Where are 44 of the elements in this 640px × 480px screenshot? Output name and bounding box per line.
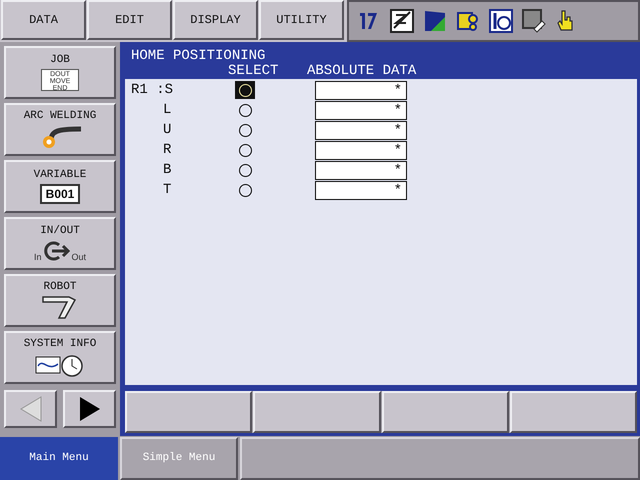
function-key[interactable] <box>510 391 637 433</box>
wave-clock-icon <box>35 353 85 377</box>
absolute-data-field[interactable]: * <box>315 120 407 140</box>
column-header: ABSOLUTE DATA <box>307 64 416 79</box>
axis-label: R1 :S <box>130 80 174 100</box>
menu-bar-button[interactable]: DISPLAY <box>173 0 258 40</box>
main-menu-label: SYSTEM INFO <box>24 338 96 351</box>
main-menu-label: JOB <box>50 54 70 67</box>
absolute-data-field[interactable]: * <box>315 80 407 100</box>
absolute-data-field[interactable]: * <box>315 160 407 180</box>
axis-label: L <box>162 100 172 120</box>
main-menu-button[interactable]: VARIABLE B001 <box>4 160 116 213</box>
absolute-data-field[interactable]: * <box>315 140 407 160</box>
main-menu-label: ARC WELDING <box>24 110 96 123</box>
signal-icon[interactable] <box>423 9 447 33</box>
menu-bar-button[interactable]: DATA <box>1 0 86 40</box>
axis-label: R <box>162 140 172 160</box>
main-menu-label: VARIABLE <box>34 169 86 182</box>
hand-icon[interactable] <box>555 9 575 33</box>
variable-value-box: B001 <box>40 184 80 204</box>
axis-label: B <box>162 160 172 180</box>
edit-icon[interactable] <box>390 9 414 33</box>
function-key[interactable] <box>125 391 252 433</box>
function-key[interactable] <box>382 391 509 433</box>
main-menu-button[interactable]: ROBOT <box>4 274 116 327</box>
menu-bar-button[interactable]: UTILITY <box>259 0 344 40</box>
left-arrow-icon <box>18 396 42 422</box>
column-header: SELECT <box>228 64 280 79</box>
axis-label: T <box>162 180 172 200</box>
main-menu-button[interactable]: SYSTEM INFO <box>4 331 116 384</box>
right-arrow-icon <box>78 396 102 422</box>
main-menu-label: IN/OUT <box>40 225 80 238</box>
panel-title: HOME POSITIONING <box>131 49 266 64</box>
absolute-data-field[interactable]: * <box>315 180 407 200</box>
main-menu-button[interactable]: IN/OUT In Out <box>4 217 116 270</box>
menu-bar-button[interactable]: EDIT <box>87 0 172 40</box>
bottom-tab[interactable]: Main Menu <box>0 437 118 480</box>
main-menu-label: ROBOT <box>43 281 76 294</box>
forward-arrow-button[interactable] <box>63 390 116 428</box>
main-menu-button[interactable]: ARC WELDING <box>4 103 116 156</box>
axis-label: U <box>162 120 172 140</box>
function-key[interactable] <box>253 391 380 433</box>
absolute-data-field[interactable]: * <box>315 100 407 120</box>
select-radio[interactable] <box>235 81 255 99</box>
